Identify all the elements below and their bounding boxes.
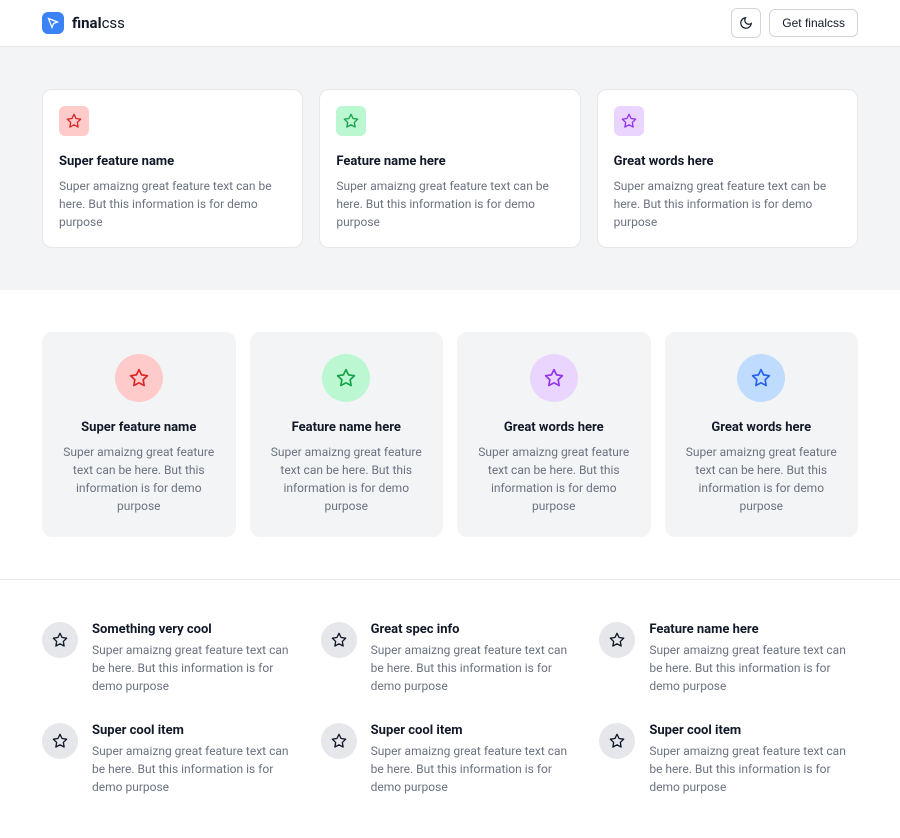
brand-name: finalcss xyxy=(72,14,125,32)
list-item-description: Super amaizng great feature text can be … xyxy=(371,742,580,796)
feature-title: Great words here xyxy=(471,420,637,435)
feature-icon-badge xyxy=(336,106,366,136)
feature-description: Super amaizng great feature text can be … xyxy=(614,177,841,231)
feature-title: Great words here xyxy=(679,420,845,435)
list-item-title: Something very cool xyxy=(92,622,301,637)
star-icon xyxy=(751,368,771,388)
list-item-title: Great spec info xyxy=(371,622,580,637)
list-item: Super cool item Super amaizng great featu… xyxy=(42,723,301,796)
feature-description: Super amaizng great feature text can be … xyxy=(471,443,637,515)
feature-card: Great words here Super amaizng great feat… xyxy=(597,89,858,248)
list-item: Super cool item Super amaizng great featu… xyxy=(321,723,580,796)
header-actions: Get finalcss xyxy=(731,8,858,38)
feature-title: Super feature name xyxy=(59,154,286,169)
star-icon xyxy=(609,733,625,749)
features-section-2: Super feature name Super amaizng great fe… xyxy=(0,290,900,579)
list-item-icon xyxy=(321,723,357,759)
list-item-description: Super amaizng great feature text can be … xyxy=(92,641,301,695)
star-icon xyxy=(66,113,82,129)
star-icon xyxy=(343,113,359,129)
star-icon xyxy=(52,632,68,648)
star-icon xyxy=(544,368,564,388)
brand-logo xyxy=(42,12,64,34)
feature-icon-circle xyxy=(737,354,785,402)
star-icon xyxy=(331,733,347,749)
feature-description: Super amaizng great feature text can be … xyxy=(59,177,286,231)
star-icon xyxy=(621,113,637,129)
feature-icon-circle xyxy=(530,354,578,402)
feature-card: Great words here Super amaizng great feat… xyxy=(457,332,651,537)
feature-card: Super feature name Super amaizng great fe… xyxy=(42,89,303,248)
list-item-title: Feature name here xyxy=(649,622,858,637)
moon-icon xyxy=(739,16,753,30)
feature-icon-circle xyxy=(322,354,370,402)
list-item-icon xyxy=(599,622,635,658)
feature-title: Feature name here xyxy=(264,420,430,435)
feature-icon-badge xyxy=(614,106,644,136)
star-icon xyxy=(331,632,347,648)
feature-description: Super amaizng great feature text can be … xyxy=(336,177,563,231)
theme-toggle-button[interactable] xyxy=(731,8,761,38)
list-item: Feature name here Super amaizng great fea… xyxy=(599,622,858,695)
feature-icon-badge xyxy=(59,106,89,136)
list-item-description: Super amaizng great feature text can be … xyxy=(92,742,301,796)
feature-card: Feature name here Super amaizng great fea… xyxy=(319,89,580,248)
page-header: finalcss Get finalcss xyxy=(0,0,900,47)
list-item: Great spec info Super amaizng great featu… xyxy=(321,622,580,695)
list-item-description: Super amaizng great feature text can be … xyxy=(649,742,858,796)
star-icon xyxy=(129,368,149,388)
get-finalcss-button[interactable]: Get finalcss xyxy=(769,9,858,37)
feature-title: Super feature name xyxy=(56,420,222,435)
list-item: Super cool item Super amaizng great featu… xyxy=(599,723,858,796)
features-section-1: Super feature name Super amaizng great fe… xyxy=(0,47,900,290)
feature-card: Super feature name Super amaizng great fe… xyxy=(42,332,236,537)
feature-description: Super amaizng great feature text can be … xyxy=(679,443,845,515)
star-icon xyxy=(609,632,625,648)
list-item-icon xyxy=(321,622,357,658)
feature-card: Great words here Super amaizng great feat… xyxy=(665,332,859,537)
list-item-description: Super amaizng great feature text can be … xyxy=(649,641,858,695)
star-icon xyxy=(336,368,356,388)
star-icon xyxy=(52,733,68,749)
feature-description: Super amaizng great feature text can be … xyxy=(264,443,430,515)
list-item-icon xyxy=(599,723,635,759)
list-item-icon xyxy=(42,622,78,658)
feature-card: Feature name here Super amaizng great fea… xyxy=(250,332,444,537)
feature-title: Feature name here xyxy=(336,154,563,169)
brand[interactable]: finalcss xyxy=(42,12,125,34)
list-item-title: Super cool item xyxy=(649,723,858,738)
feature-title: Great words here xyxy=(614,154,841,169)
list-item: Something very cool Super amaizng great f… xyxy=(42,622,301,695)
list-item-title: Super cool item xyxy=(371,723,580,738)
list-item-title: Super cool item xyxy=(92,723,301,738)
features-section-3: Something very cool Super amaizng great f… xyxy=(0,579,900,838)
feature-icon-circle xyxy=(115,354,163,402)
list-item-description: Super amaizng great feature text can be … xyxy=(371,641,580,695)
feature-description: Super amaizng great feature text can be … xyxy=(56,443,222,515)
list-item-icon xyxy=(42,723,78,759)
